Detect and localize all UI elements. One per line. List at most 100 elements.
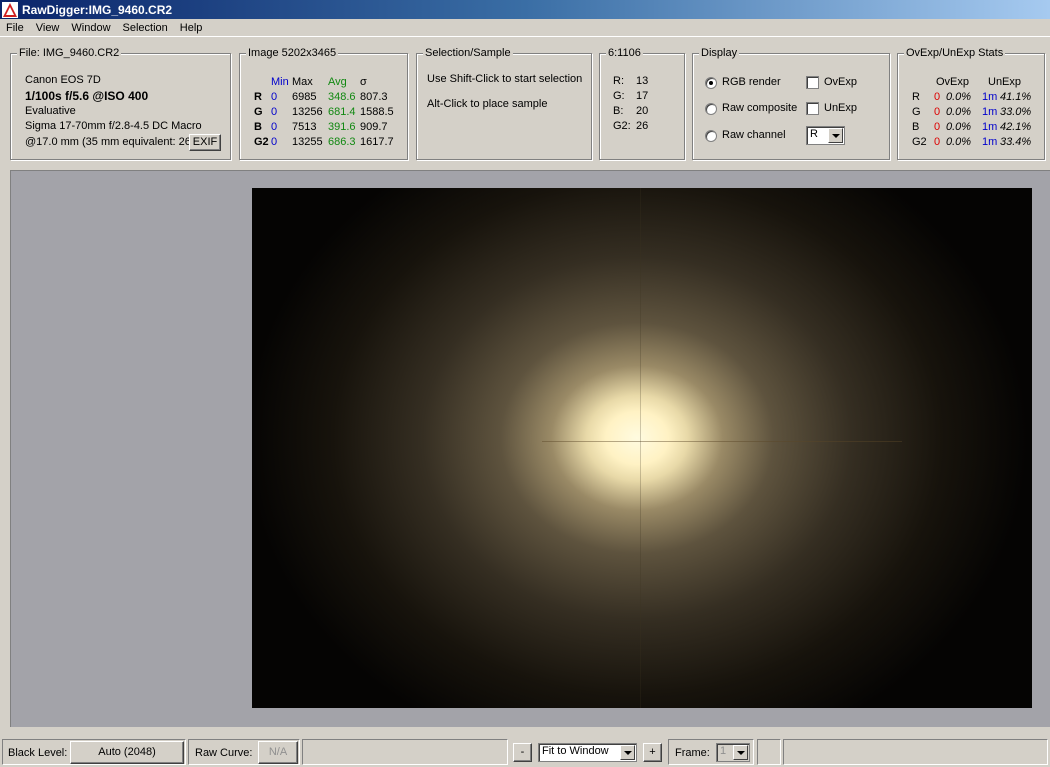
raw-curve-button[interactable]: N/A [258,741,298,764]
raw-channel-select[interactable]: R [806,126,845,145]
ovexp-percent: 0.0% [946,106,972,118]
zoom-out-button[interactable]: - [513,743,532,762]
metering-mode: Evaluative [25,105,76,117]
channel-label: B [254,121,262,133]
avg-header: Avg [328,76,347,88]
sample-channel: G2: [613,120,631,132]
black-level-label: Black Level: [8,747,68,759]
avg-value: 686.3 [328,136,356,148]
rgb-render-radio[interactable] [705,77,717,89]
sample-value: 13 [636,75,649,87]
raw-channel-label[interactable]: Raw channel [722,129,786,141]
min-value: 0 [271,136,278,148]
sample-channel: G: [613,90,625,102]
sigma-value: 807.3 [360,91,388,103]
black-level-button[interactable]: Auto (2048) [70,741,184,764]
menu-bar: File View Window Selection Help [0,19,1050,37]
ovexp-count: 0 [934,136,941,148]
zoom-select[interactable]: Fit to Window [538,743,637,762]
rgb-render-label[interactable]: RGB render [722,76,781,88]
unexp-count: 1m [982,106,998,118]
max-header: Max [292,76,313,88]
ovexp-header: OvExp [936,76,970,88]
min-value: 0 [271,91,278,103]
title-bar[interactable]: RawDigger:IMG_9460.CR2 [0,0,1050,19]
lens-info: Sigma 17-70mm f/2.8-4.5 DC Macro [25,120,202,132]
app-icon [2,1,18,18]
max-value: 6985 [292,91,317,103]
menu-help[interactable]: Help [174,22,209,34]
stats-channel: G [912,106,921,118]
status-bar: Black Level: Auto (2048) Raw Curve: N/A … [0,738,1050,767]
chevron-down-icon[interactable] [620,745,635,760]
raw-curve-label: Raw Curve: [195,747,253,759]
stats-channel: R [912,91,920,103]
unexp-count: 1m [982,91,998,103]
file-info-group: File: IMG_9460.CR2 Canon EOS 7D 1/100s f… [10,47,231,160]
ovexp-count: 0 [934,121,941,133]
min-value: 0 [271,121,278,133]
zoom-in-button[interactable]: + [643,743,662,762]
sigma-value: 1617.7 [360,136,394,148]
sigma-header: σ [360,76,367,88]
sample-group-title: 6:1106 [606,47,643,59]
display-group-title: Display [699,47,740,59]
frame-select[interactable]: 1 [716,743,750,762]
image-group-title: Image 5202x3465 [246,47,339,59]
unexp-label[interactable]: UnExp [824,102,857,114]
raw-composite-label[interactable]: Raw composite [722,102,797,114]
sigma-value: 909.7 [360,121,388,133]
selection-group: Selection/Sample Use Shift-Click to star… [416,47,592,160]
sigma-value: 1588.5 [360,106,394,118]
raw-channel-radio[interactable] [705,130,717,142]
frame-label: Frame: [675,747,710,759]
min-header: Min [271,76,289,88]
chevron-down-icon[interactable] [733,745,748,760]
focal-length: @17.0 mm (35 mm equivalent: 26. [25,136,194,148]
exif-button[interactable]: EXIF [189,134,221,151]
menu-selection[interactable]: Selection [117,22,174,34]
exposure-info: 1/100s f/5.6 @ISO 400 [25,89,149,103]
ovexp-checkbox[interactable] [806,76,819,89]
max-value: 13255 [292,136,323,148]
ovexp-label[interactable]: OvExp [824,76,857,88]
status-panel-small [757,739,781,765]
chevron-down-icon[interactable] [828,128,843,143]
stats-channel: G2 [912,136,927,148]
sample-value: 20 [636,105,649,117]
light-source [252,188,1032,708]
window-title: RawDigger:IMG_9460.CR2 [22,2,173,17]
file-group-title: File: IMG_9460.CR2 [17,47,122,59]
channel-label: G2 [254,136,269,148]
sample-channel: B: [613,105,624,117]
status-panel-empty [302,739,508,765]
menu-window[interactable]: Window [65,22,116,34]
avg-value: 681.4 [328,106,356,118]
unexp-checkbox[interactable] [806,102,819,115]
raw-channel-value: R [810,128,818,140]
ovexp-count: 0 [934,91,941,103]
unexp-percent: 41.1% [1000,91,1032,103]
raw-image-preview[interactable] [252,188,1032,708]
crosshair-vertical [640,188,641,708]
sample-value: 17 [636,90,649,102]
menu-file[interactable]: File [0,22,30,34]
exposure-stats-group: OvExp/UnExp Stats OvExp UnExp R 0 0.0% 1… [897,47,1045,160]
unexp-percent: 42.1% [1000,121,1032,133]
channel-label: R [254,91,262,103]
ovexp-percent: 0.0% [946,91,972,103]
min-value: 0 [271,106,278,118]
unexp-percent: 33.0% [1000,106,1032,118]
channel-label: G [254,106,263,118]
stats-channel: B [912,121,920,133]
raw-composite-radio[interactable] [705,103,717,115]
display-group: Display RGB render Raw composite Raw cha… [692,47,890,160]
unexp-percent: 33.4% [1000,136,1032,148]
avg-value: 348.6 [328,91,356,103]
unexp-count: 1m [982,121,998,133]
ovexp-percent: 0.0% [946,136,972,148]
menu-view[interactable]: View [30,22,66,34]
status-panel-right [783,739,1048,765]
sample-channel: R: [613,75,624,87]
camera-model: Canon EOS 7D [25,74,101,86]
